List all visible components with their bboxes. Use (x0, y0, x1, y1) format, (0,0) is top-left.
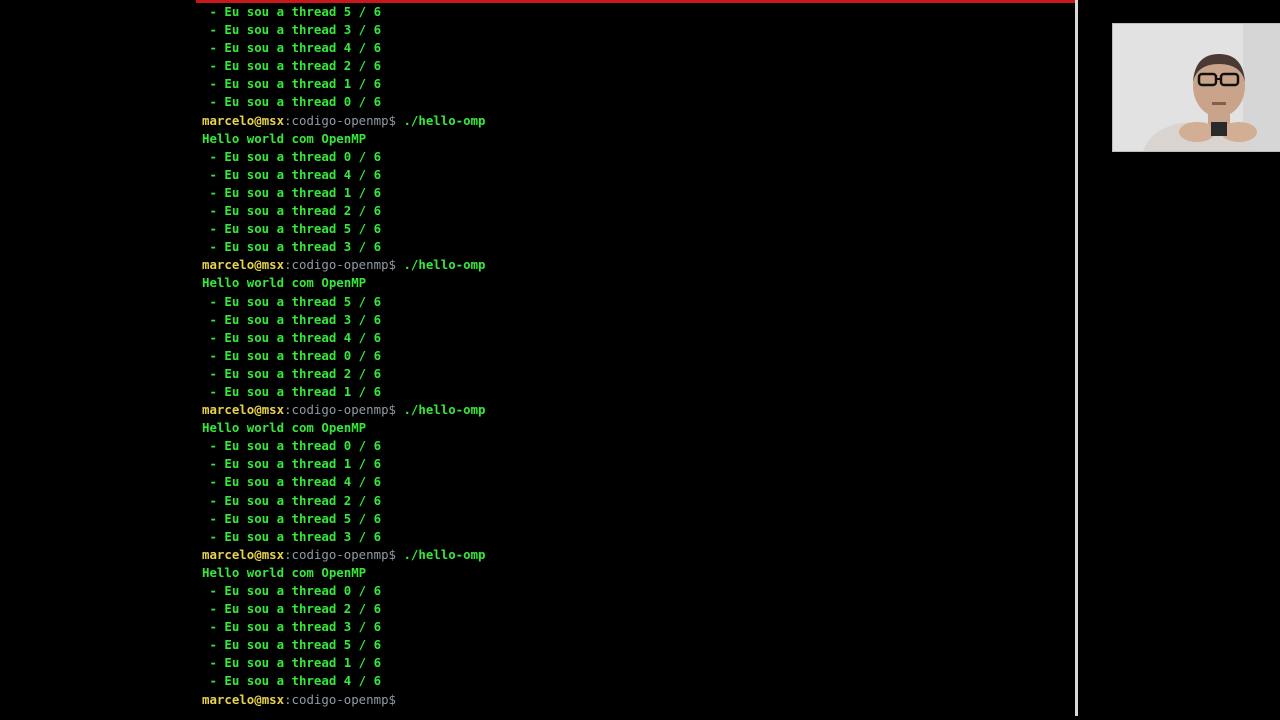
output-line: - Eu sou a thread 5 / 6 (202, 637, 382, 653)
prompt-user: marcelo (202, 546, 255, 562)
prompt-at: @ (254, 546, 262, 562)
prompt-user: marcelo (202, 402, 255, 418)
output-line: - Eu sou a thread 4 / 6 (202, 673, 382, 689)
prompt-colon: : (284, 112, 292, 128)
prompt-user: marcelo (202, 112, 255, 128)
prompt-at: @ (254, 402, 262, 418)
output-line: - Eu sou a thread 1 / 6 (202, 456, 382, 472)
prompt-dollar: $ (388, 402, 396, 418)
prompt-host: msx (261, 546, 285, 562)
output-line: - Eu sou a thread 5 / 6 (202, 510, 382, 526)
output-line: - Eu sou a thread 3 / 6 (202, 239, 382, 255)
prompt-user: marcelo (202, 691, 255, 707)
prompt-dollar: $ (388, 112, 396, 128)
prompt-path: codigo-openmp (291, 257, 389, 273)
output-line: - Eu sou a thread 0 / 6 (202, 347, 382, 363)
screen: - Eu sou a thread 5 / 6 - Eu sou a threa… (0, 0, 1280, 720)
output-line: - Eu sou a thread 2 / 6 (202, 365, 382, 381)
prompt-path: codigo-openmp (291, 402, 389, 418)
output-line: - Eu sou a thread 2 / 6 (202, 58, 382, 74)
output-line: - Eu sou a thread 4 / 6 (202, 166, 382, 182)
prompt-at: @ (254, 257, 262, 273)
output-line: - Eu sou a thread 0 / 6 (202, 94, 382, 110)
prompt-path: codigo-openmp (291, 546, 389, 562)
prompt-command: ./hello-omp (396, 402, 486, 418)
output-line: - Eu sou a thread 4 / 6 (202, 474, 382, 490)
output-line: Hello world com OpenMP (202, 275, 367, 291)
prompt-line: marcelo@msx:codigo-openmp$ ./hello-omp (202, 256, 486, 274)
output-line: - Eu sou a thread 4 / 6 (202, 40, 382, 56)
prompt-colon: : (284, 402, 292, 418)
terminal-output: - Eu sou a thread 5 / 6 - Eu sou a threa… (202, 3, 486, 709)
prompt-user: marcelo (202, 257, 255, 273)
output-line: - Eu sou a thread 5 / 6 (202, 221, 382, 237)
prompt-dollar: $ (388, 546, 396, 562)
output-line: - Eu sou a thread 1 / 6 (202, 184, 382, 200)
prompt-dollar: $ (388, 257, 396, 273)
prompt-line: marcelo@msx:codigo-openmp$ ./hello-omp (202, 112, 486, 130)
prompt-host: msx (261, 691, 285, 707)
prompt-at: @ (254, 112, 262, 128)
output-line: Hello world com OpenMP (202, 130, 367, 146)
prompt-path: codigo-openmp (291, 691, 389, 707)
output-line: - Eu sou a thread 3 / 6 (202, 619, 382, 635)
prompt-line: marcelo@msx:codigo-openmp$ ./hello-omp (202, 401, 486, 419)
prompt-host: msx (261, 257, 285, 273)
output-line: - Eu sou a thread 2 / 6 (202, 492, 382, 508)
prompt-command: ./hello-omp (396, 257, 486, 273)
prompt-at: @ (254, 691, 262, 707)
prompt-command: ./hello-omp (396, 112, 486, 128)
output-line: - Eu sou a thread 1 / 6 (202, 76, 382, 92)
prompt-path: codigo-openmp (291, 112, 389, 128)
output-line: - Eu sou a thread 0 / 6 (202, 438, 382, 454)
terminal-scrollbar[interactable] (1075, 0, 1078, 716)
terminal-window[interactable]: - Eu sou a thread 5 / 6 - Eu sou a threa… (196, 0, 1076, 720)
output-line: - Eu sou a thread 3 / 6 (202, 311, 382, 327)
prompt-colon: : (284, 691, 292, 707)
prompt-line: marcelo@msx:codigo-openmp$ ./hello-omp (202, 546, 486, 564)
output-line: - Eu sou a thread 3 / 6 (202, 528, 382, 544)
prompt-dollar: $ (388, 691, 396, 707)
output-line: - Eu sou a thread 5 / 6 (202, 4, 382, 19)
prompt-host: msx (261, 112, 285, 128)
output-line: - Eu sou a thread 0 / 6 (202, 148, 382, 164)
output-line: Hello world com OpenMP (202, 420, 367, 436)
prompt-colon: : (284, 546, 292, 562)
output-line: - Eu sou a thread 3 / 6 (202, 22, 382, 38)
prompt-line: marcelo@msx:codigo-openmp$ (202, 691, 486, 709)
prompt-host: msx (261, 402, 285, 418)
prompt-colon: : (284, 257, 292, 273)
webcam-overlay (1112, 23, 1280, 152)
output-line: - Eu sou a thread 2 / 6 (202, 203, 382, 219)
output-line: Hello world com OpenMP (202, 564, 367, 580)
output-line: - Eu sou a thread 1 / 6 (202, 655, 382, 671)
output-line: - Eu sou a thread 2 / 6 (202, 601, 382, 617)
output-line: - Eu sou a thread 1 / 6 (202, 383, 382, 399)
prompt-command: ./hello-omp (396, 546, 486, 562)
output-line: - Eu sou a thread 4 / 6 (202, 329, 382, 345)
output-line: - Eu sou a thread 5 / 6 (202, 293, 382, 309)
output-line: - Eu sou a thread 0 / 6 (202, 583, 382, 598)
presenter-video-icon (1113, 24, 1280, 151)
